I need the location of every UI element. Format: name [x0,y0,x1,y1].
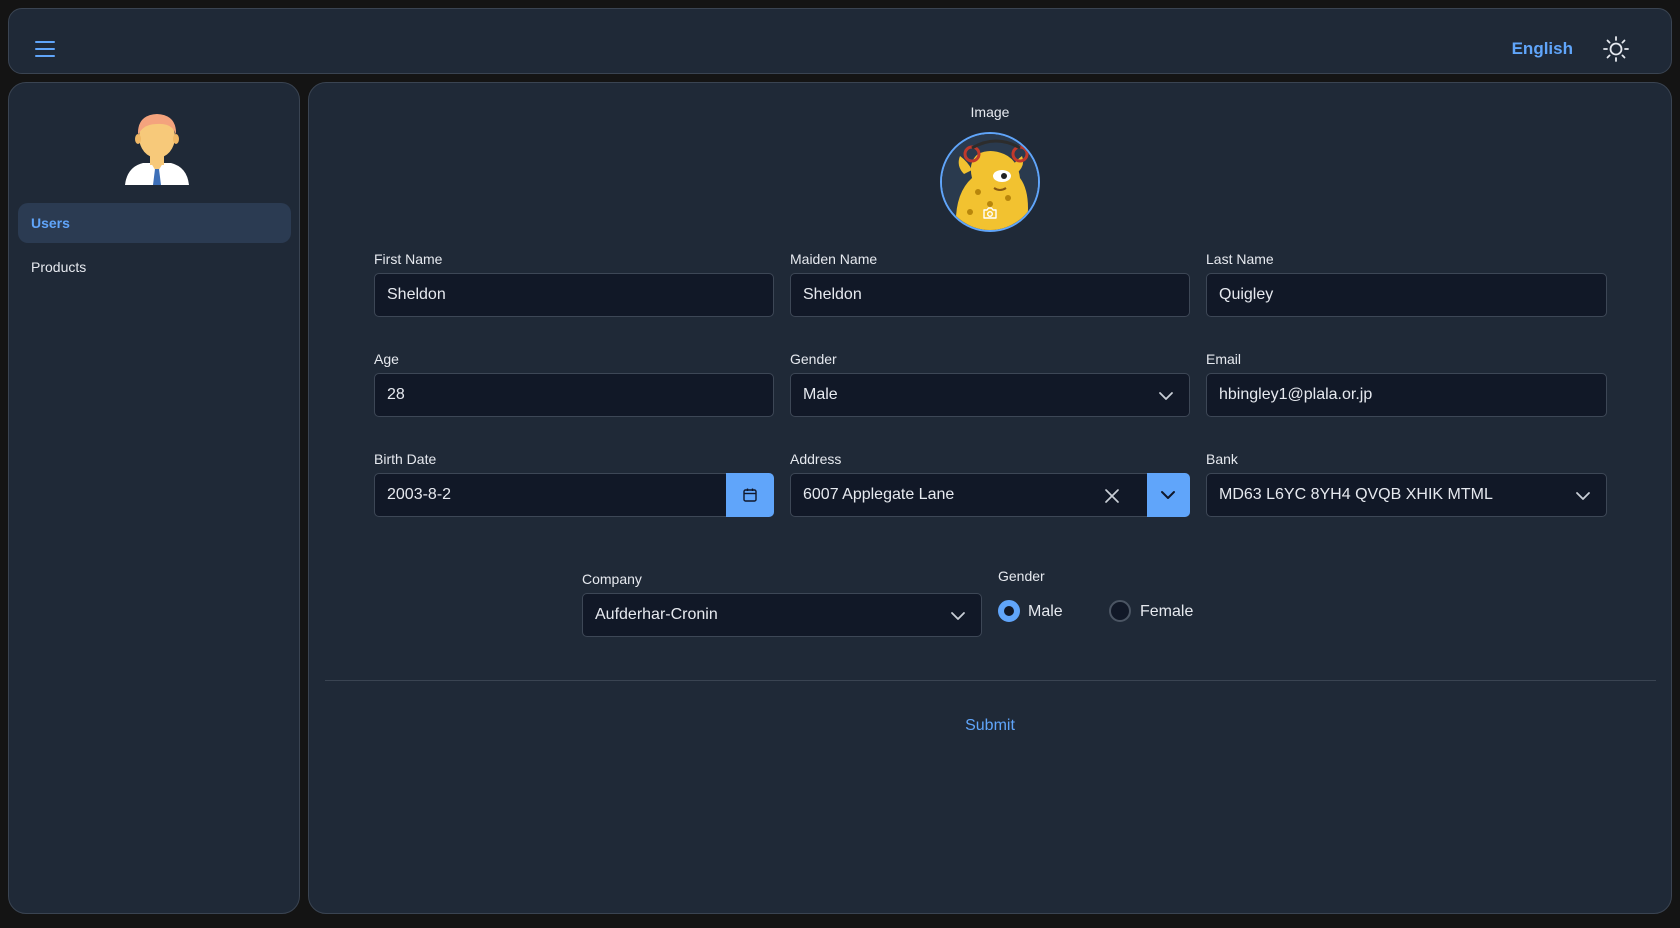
bank-value: MD63 L6YC 8YH4 QVQB XHIK MTML [1219,486,1493,503]
profile-image-upload[interactable] [940,132,1040,232]
image-label: Image [970,104,1010,120]
hamburger-menu-icon[interactable] [35,31,71,67]
email-label: Email [1206,351,1242,367]
gender-select-value: Male [803,386,838,403]
sidebar: Users Products [8,82,300,914]
maiden-name-label: Maiden Name [790,251,878,267]
gender-radio-female[interactable] [1109,600,1131,622]
top-bar: English [8,8,1672,74]
gender-radio-male-label[interactable]: Male [1028,603,1063,621]
calendar-icon [743,488,757,502]
user-form-panel: Image First Name Sheldon Maiden Name She… [308,82,1672,914]
form-divider [325,680,1656,681]
address-field[interactable]: 6007 Applegate Lane [790,473,1190,517]
age-label: Age [374,351,399,367]
last-name-field[interactable]: Quigley [1206,273,1607,317]
maiden-name-field[interactable]: Sheldon [790,273,1190,317]
last-name-label: Last Name [1206,251,1274,267]
calendar-button[interactable] [726,473,774,517]
email-value: hbingley1@plala.or.jp [1219,386,1373,403]
sun-icon[interactable] [1603,31,1639,67]
email-field[interactable]: hbingley1@plala.or.jp [1206,373,1607,417]
address-value: 6007 Applegate Lane [803,486,955,503]
birth-date-field[interactable]: 2003-8-2 [374,473,774,517]
company-select[interactable]: Aufderhar-Cronin [582,593,982,637]
company-label: Company [582,571,642,587]
camera-icon [983,207,997,219]
chevron-down-icon [951,612,965,620]
gender-radio-male[interactable] [998,600,1020,622]
last-name-value: Quigley [1219,286,1274,303]
company-value: Aufderhar-Cronin [595,606,718,623]
birth-date-value: 2003-8-2 [387,486,452,503]
bank-select[interactable]: MD63 L6YC 8YH4 QVQB XHIK MTML [1206,473,1607,517]
chevron-down-icon [1161,491,1175,499]
gender-radio-female-label[interactable]: Female [1140,603,1193,621]
submit-area: Submit [309,717,1671,735]
sidebar-item-products[interactable]: Products [18,247,291,287]
chevron-down-icon [1576,492,1590,500]
age-field[interactable]: 28 [374,373,774,417]
bank-label: Bank [1206,451,1238,467]
age-value: 28 [387,386,405,403]
submit-button[interactable]: Submit [951,711,1029,740]
chevron-down-icon [1159,392,1173,400]
gender-radio-label: Gender [998,568,1045,584]
first-name-field[interactable]: Sheldon [374,273,774,317]
gender-select-label: Gender [790,351,837,367]
address-label: Address [790,451,842,467]
gender-select[interactable]: Male [790,373,1190,417]
first-name-label: First Name [374,251,443,267]
birth-date-label: Birth Date [374,451,437,467]
language-selector[interactable]: English [1512,31,1573,67]
clear-icon[interactable] [1103,487,1121,505]
user-avatar-icon [121,107,193,187]
address-dropdown-button[interactable] [1147,473,1190,517]
maiden-name-value: Sheldon [803,286,862,303]
first-name-value: Sheldon [387,286,446,303]
sidebar-item-users[interactable]: Users [18,203,291,243]
